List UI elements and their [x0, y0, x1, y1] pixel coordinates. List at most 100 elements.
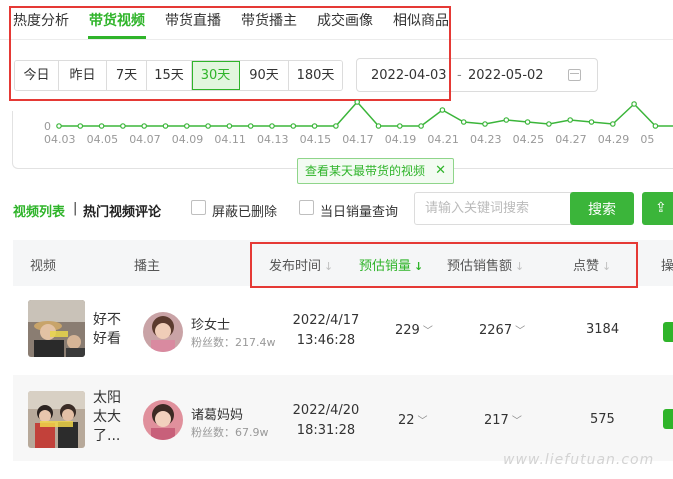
data-point[interactable] [460, 119, 467, 125]
search-button[interactable]: 搜索 [570, 192, 634, 225]
period-7d-button[interactable]: 7天 [107, 61, 147, 90]
fans-count: 粉丝数：67.9w [191, 426, 269, 439]
data-point[interactable] [631, 101, 637, 107]
keyword-search-input[interactable] [414, 192, 572, 225]
est-revenue[interactable]: 2267 ﹀ [479, 322, 525, 338]
data-point[interactable] [482, 121, 488, 127]
sort-icon: ↓ [324, 260, 334, 273]
header-est-sales[interactable]: 预估销量 ↓ [359, 255, 423, 274]
est-sales[interactable]: 22 ﹀ [398, 412, 428, 428]
hide-deleted-checkbox[interactable] [191, 200, 206, 215]
avatar[interactable] [143, 400, 183, 440]
close-icon[interactable]: ✕ [435, 159, 446, 183]
est-sales-value: 22 [398, 413, 415, 428]
row-action-button[interactable] [663, 409, 673, 429]
same-day-sales-label: 当日销量查询 [320, 205, 399, 220]
period-90d-button[interactable]: 90天 [240, 61, 289, 90]
est-revenue[interactable]: 217 ﹀ [484, 412, 522, 428]
view-top-video-tooltip[interactable]: 查看某天最带货的视频 ✕ [297, 158, 455, 184]
x-tick-label: 04.09 [171, 133, 204, 146]
data-point[interactable] [546, 121, 552, 127]
data-point[interactable] [652, 123, 659, 129]
likes-count: 575 [590, 412, 615, 427]
data-point[interactable] [77, 123, 84, 129]
chevron-down-icon: ﹀ [417, 416, 428, 427]
same-day-sales-checkbox[interactable] [299, 200, 314, 215]
data-point[interactable] [588, 119, 595, 125]
tab-heat-analysis[interactable]: 热度分析 [13, 10, 69, 30]
data-point[interactable] [567, 117, 574, 123]
data-point[interactable] [311, 123, 318, 129]
tab-similar-products[interactable]: 相似商品 [393, 10, 449, 30]
date-range-picker[interactable]: 2022-04-03 - 2022-05-02 [356, 58, 598, 92]
header-likes[interactable]: 点赞 ↓ [573, 255, 611, 274]
publish-clock: 13:46:28 [296, 333, 356, 348]
x-tick-label: 04.29 [597, 133, 630, 146]
tab-hot-video-comments[interactable]: 热门视频评论 [83, 201, 161, 220]
est-sales[interactable]: 229 ﹀ [395, 322, 433, 338]
data-point[interactable] [418, 123, 424, 129]
x-tick-label: 04.27 [555, 133, 587, 146]
period-15d-button[interactable]: 15天 [147, 61, 192, 90]
tab-selling-lives[interactable]: 带货直播 [165, 10, 221, 30]
header-est-revenue-label: 预估销售额 [447, 259, 513, 274]
data-point[interactable] [98, 123, 105, 129]
data-point[interactable] [524, 119, 531, 125]
period-30d-button[interactable]: 30天 [192, 61, 240, 90]
data-point[interactable] [609, 121, 616, 127]
tab-deal-portrait[interactable]: 成交画像 [317, 10, 373, 30]
data-point[interactable] [226, 123, 233, 129]
data-point[interactable] [184, 123, 190, 129]
export-icon: ⇪ [655, 200, 667, 216]
video-title[interactable]: 太阳太大了... [93, 389, 129, 446]
row-action-button[interactable] [663, 322, 673, 342]
header-video: 视频 [30, 259, 57, 274]
table-header: 视频 播主 发布时间 ↓ 预估销量 ↓ 预估销售额 ↓ 点赞 ↓ 操 [13, 240, 673, 286]
video-thumbnail[interactable] [28, 300, 85, 357]
header-publish-time-label: 发布时间 [269, 259, 322, 274]
analysis-tabs: 热度分析 带货视频 带货直播 带货播主 成交画像 相似商品 [0, 0, 673, 40]
header-anchor: 播主 [134, 259, 161, 274]
header-operation: 操 [661, 259, 673, 274]
data-point[interactable] [503, 117, 510, 123]
data-point[interactable] [205, 123, 211, 129]
data-point[interactable] [396, 123, 403, 129]
header-publish-time[interactable]: 发布时间 ↓ [269, 255, 333, 274]
data-point[interactable] [56, 123, 62, 129]
anchor-name[interactable]: 诸葛妈妈 [191, 404, 243, 423]
date-start: 2022-04-03 [371, 68, 447, 83]
data-point[interactable] [162, 123, 169, 129]
sales-trend-chart [56, 100, 673, 129]
data-point[interactable] [439, 107, 446, 113]
header-est-revenue[interactable]: 预估销售额 ↓ [447, 255, 524, 274]
video-title[interactable]: 好不好看 [93, 311, 129, 349]
data-point[interactable] [269, 123, 275, 129]
data-point[interactable] [141, 123, 148, 129]
tab-selling-videos[interactable]: 带货视频 [89, 10, 145, 30]
chevron-down-icon: ﹀ [422, 326, 433, 337]
sort-icon: ↓ [515, 260, 525, 273]
publish-date: 2022/4/17 [292, 313, 360, 328]
anchor-name[interactable]: 珍女士 [191, 314, 230, 333]
watermark: www.liefutuan.com [503, 452, 655, 468]
publish-clock: 18:31:28 [296, 423, 356, 438]
period-180d-button[interactable]: 180天 [289, 61, 342, 90]
data-point[interactable] [290, 123, 297, 129]
export-button[interactable]: ⇪ [642, 192, 673, 225]
data-point[interactable] [354, 100, 360, 105]
tab-selling-anchors[interactable]: 带货播主 [241, 10, 297, 30]
publish-time: 2022/4/17 13:46:28 [281, 311, 371, 351]
est-sales-value: 229 [395, 323, 420, 338]
table-row[interactable]: 好不好看 珍女士 粉丝数：217.4w 2022/4/17 13:46:28 2… [13, 289, 673, 375]
table-row[interactable]: 太阳太大了... 诸葛妈妈 粉丝数：67.9w 2022/4/20 18:31:… [13, 375, 673, 461]
period-today-button[interactable]: 今日 [15, 61, 59, 90]
period-yesterday-button[interactable]: 昨日 [59, 61, 107, 90]
data-point[interactable] [375, 123, 382, 129]
data-point[interactable] [120, 123, 126, 129]
avatar[interactable] [143, 312, 183, 352]
data-point[interactable] [247, 123, 254, 129]
tab-video-list[interactable]: 视频列表 [13, 201, 65, 220]
video-thumbnail[interactable] [28, 391, 85, 448]
sort-icon: ↓ [602, 260, 612, 273]
data-point[interactable] [333, 123, 339, 129]
